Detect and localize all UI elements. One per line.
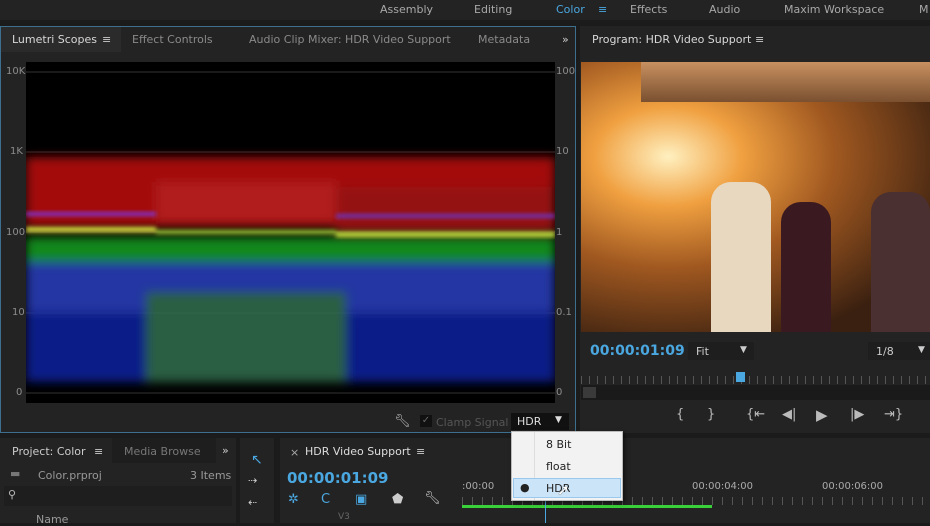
timeline-playhead[interactable] (545, 500, 546, 523)
wrench-icon[interactable]: 🔧︎ (424, 491, 441, 506)
tab-project[interactable]: Project: Color (12, 445, 86, 458)
video-awning (641, 62, 930, 102)
clamp-signal-checkbox[interactable]: ✓ (420, 415, 432, 427)
program-title: Program: HDR Video Support (592, 33, 752, 46)
go-to-in-icon[interactable]: {⇤ (746, 407, 765, 422)
dropdown-value: 1/8 (876, 345, 894, 358)
program-timecode[interactable]: 00:00:01:09 (590, 343, 685, 359)
project-search-input[interactable]: ⚲ (4, 486, 232, 506)
axis-label: 100 (556, 66, 576, 77)
program-menu-icon[interactable]: ≡ (755, 33, 764, 46)
timeline-title[interactable]: HDR Video Support (305, 445, 411, 458)
tab-effect-controls[interactable]: Effect Controls (132, 33, 213, 46)
chevron-down-icon: ▼ (918, 345, 925, 355)
tab-lumetri-scopes[interactable]: Lumetri Scopes (12, 33, 97, 46)
mark-in-icon[interactable]: { (676, 407, 684, 422)
tab-media-browser[interactable]: Media Browse (124, 445, 201, 458)
clamp-signal-label: Clamp Signal (436, 416, 509, 429)
close-tab-icon[interactable]: × (290, 446, 299, 459)
tab-metadata[interactable]: Metadata (478, 33, 530, 46)
axis-label: 1K (10, 146, 23, 157)
axis-label: 1 (556, 227, 563, 238)
axis-label: 0.1 (556, 307, 572, 318)
workspace-bar: Assembly Editing Color ≡ Effects Audio M… (0, 0, 930, 20)
render-bar (462, 505, 712, 508)
video-performer (781, 202, 831, 332)
nest-icon[interactable]: ✲ (288, 492, 299, 507)
workspace-audio[interactable]: Audio (709, 3, 740, 16)
axis-label: 10 (556, 146, 569, 157)
dropdown-value: Fit (696, 345, 709, 358)
tab-overflow-button[interactable]: » (562, 33, 569, 46)
playhead[interactable] (736, 372, 745, 382)
step-forward-icon[interactable]: |▶ (850, 407, 864, 422)
waveform-graphic (26, 71, 555, 394)
program-video-frame (581, 62, 930, 332)
ripple-edit-tool-icon[interactable]: ⇠ (248, 496, 257, 509)
workspace-maxim[interactable]: Maxim Workspace (784, 3, 884, 16)
workspace-menu-icon[interactable]: ≡ (598, 3, 607, 16)
chevron-down-icon: ▼ (740, 345, 747, 355)
snap-icon[interactable]: C (321, 492, 330, 507)
mouse-cursor-icon: ➚ (557, 481, 570, 499)
axis-label: 0 (16, 387, 23, 398)
zoom-dropdown[interactable]: Fit ▼ (688, 342, 754, 360)
program-time-ruler[interactable] (581, 376, 930, 384)
tools-panel: ↖ ⇢ ⇠ (240, 438, 274, 523)
axis-label: 10 (12, 307, 25, 318)
track-label: V3 (338, 512, 350, 522)
time-tick: :00:00 (462, 481, 495, 492)
time-tick: 00:00:06:00 (822, 481, 884, 492)
panel-menu-icon[interactable]: ≡ (102, 33, 111, 46)
waveform-scope (26, 62, 555, 403)
workspace-effects[interactable]: Effects (630, 3, 667, 16)
workspace-color[interactable]: Color (556, 3, 585, 16)
tab-audio-clip-mixer[interactable]: Audio Clip Mixer: HDR Video Support (249, 33, 451, 46)
scrollbar-thumb[interactable] (583, 387, 596, 398)
project-item-count: 3 Items (190, 469, 232, 482)
selected-bullet-icon: ● (520, 481, 530, 494)
menu-item-8bit[interactable]: 8 Bit (546, 438, 571, 451)
axis-label: 0 (556, 387, 563, 398)
workspace-editing[interactable]: Editing (474, 3, 512, 16)
tab-overflow-button[interactable]: » (222, 444, 229, 457)
program-scrollbar[interactable] (581, 385, 930, 400)
column-name-header[interactable]: Name (36, 513, 68, 526)
timeline-menu-icon[interactable]: ≡ (416, 445, 425, 458)
chevron-down-icon: ▼ (555, 415, 562, 425)
project-file-name: Color.prproj (38, 469, 102, 482)
axis-label: 10K (6, 66, 26, 77)
search-icon: ⚲ (8, 488, 17, 501)
timeline-timecode[interactable]: 00:00:01:09 (287, 469, 389, 487)
scope-mode-dropdown[interactable]: HDR ▼ (511, 413, 569, 430)
go-to-out-icon[interactable]: ⇥} (884, 407, 903, 422)
project-menu-icon[interactable]: ≡ (94, 445, 103, 458)
workspace-more[interactable]: M (919, 3, 929, 16)
add-marker-icon[interactable]: ⬟ (392, 492, 403, 507)
menu-item-float[interactable]: float (546, 460, 571, 473)
resolution-dropdown[interactable]: 1/8 ▼ (868, 342, 930, 360)
workspace-assembly[interactable]: Assembly (380, 3, 433, 16)
wrench-icon[interactable]: 🔧︎ (394, 414, 411, 429)
video-performer (711, 182, 771, 332)
folder-icon: ▬ (10, 467, 21, 480)
step-back-icon[interactable]: ◀| (782, 407, 796, 422)
axis-label: 100 (6, 227, 26, 238)
time-tick: 00:00:04:00 (692, 481, 754, 492)
linked-selection-icon[interactable]: ▣ (355, 492, 367, 507)
play-icon[interactable]: ▶ (816, 406, 828, 424)
selection-tool-icon[interactable]: ↖ (251, 452, 263, 468)
track-select-tool-icon[interactable]: ⇢ (248, 474, 257, 487)
mark-out-icon[interactable]: } (707, 407, 715, 422)
video-performer (871, 192, 930, 332)
dropdown-value: HDR (517, 415, 542, 428)
